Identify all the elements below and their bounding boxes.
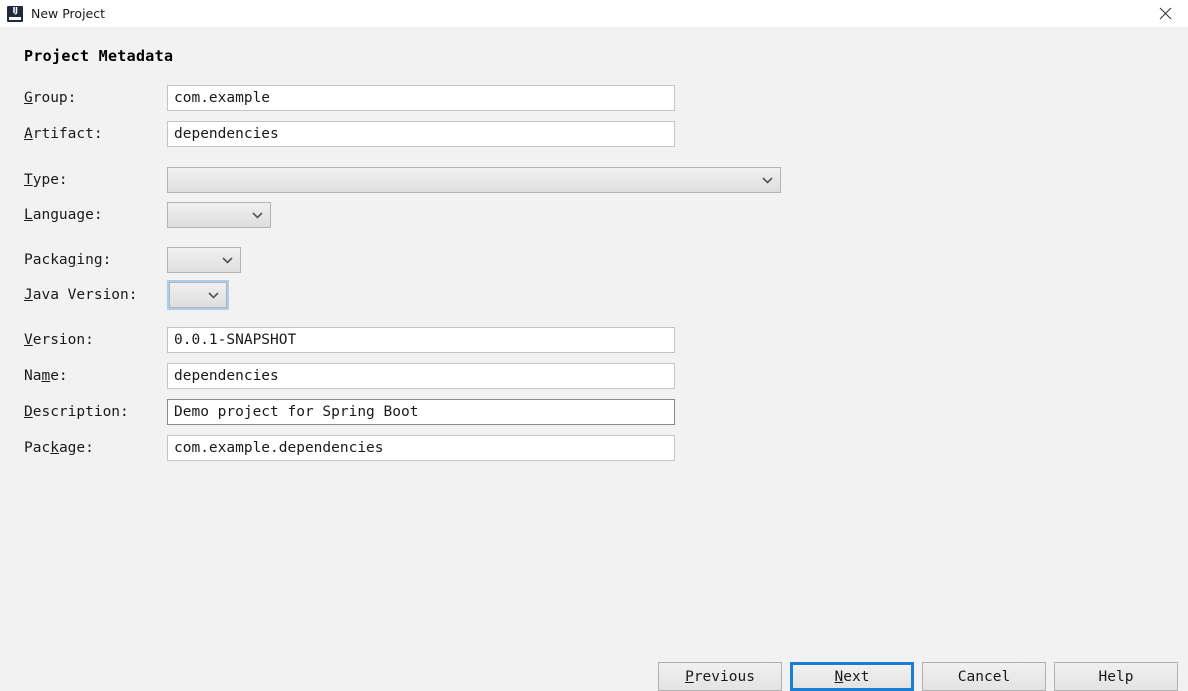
language-label: Language:: [24, 207, 103, 223]
dialog-body: Project Metadata Group: com.example Arti…: [0, 27, 1188, 691]
name-label: Name:: [24, 368, 68, 384]
previous-button[interactable]: Previous: [658, 662, 782, 691]
description-input[interactable]: Demo project for Spring Boot: [167, 399, 675, 425]
chevron-down-icon: [762, 168, 773, 192]
page-title: Project Metadata: [24, 47, 174, 65]
chevron-down-icon: [208, 283, 219, 307]
description-label: Description:: [24, 404, 129, 420]
artifact-label: Artifact:: [24, 126, 103, 142]
java-version-combobox[interactable]: 8: [167, 280, 229, 310]
package-label: Package:: [24, 440, 94, 456]
packaging-label: Packaging:: [24, 252, 112, 268]
chevron-down-icon: [222, 248, 233, 272]
cancel-button[interactable]: Cancel: [922, 662, 1046, 691]
group-input[interactable]: com.example: [167, 85, 675, 111]
package-input[interactable]: com.example.dependencies: [167, 435, 675, 461]
window-titlebar: IJ New Project: [0, 0, 1188, 27]
window-title: New Project: [31, 6, 106, 21]
artifact-input[interactable]: dependencies: [167, 121, 675, 147]
group-label: Group:: [24, 90, 77, 106]
help-button[interactable]: Help: [1054, 662, 1178, 691]
packaging-combobox[interactable]: Jar: [167, 247, 241, 273]
type-label: Type:: [24, 172, 68, 188]
name-input[interactable]: dependencies: [167, 363, 675, 389]
intellij-idea-icon: IJ: [7, 5, 23, 22]
language-combobox[interactable]: Java: [167, 202, 271, 228]
close-icon[interactable]: [1143, 0, 1188, 27]
type-combobox[interactable]: Maven Project (Generate a Maven based pr…: [167, 167, 781, 193]
version-label: Version:: [24, 332, 94, 348]
version-input[interactable]: 0.0.1-SNAPSHOT: [167, 327, 675, 353]
chevron-down-icon: [252, 203, 263, 227]
next-button[interactable]: Next: [790, 662, 914, 691]
java-version-label: Java Version:: [24, 287, 138, 303]
